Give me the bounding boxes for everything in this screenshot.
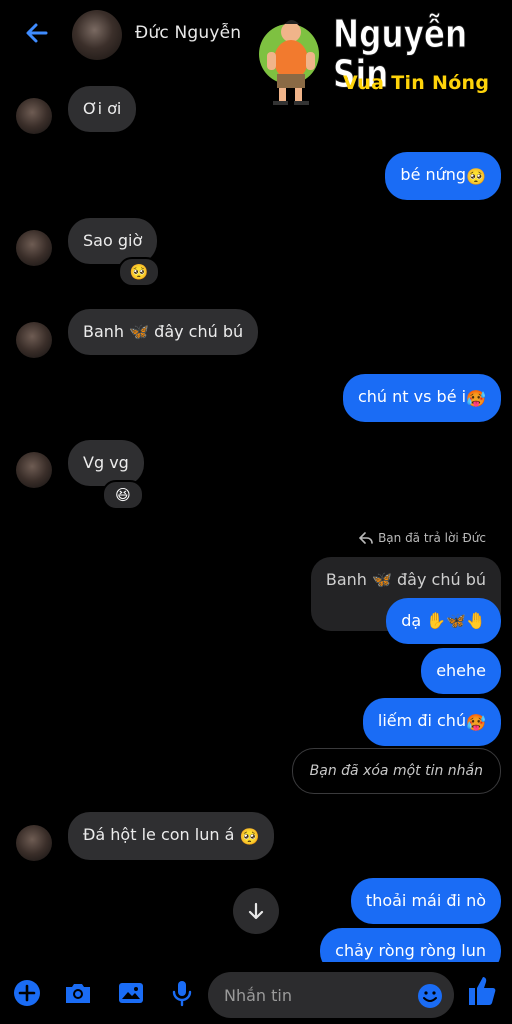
message-outgoing[interactable]: ehehe bbox=[421, 648, 501, 694]
arrow-down-icon bbox=[248, 902, 264, 920]
reaction-badge[interactable]: 🥺 bbox=[118, 257, 160, 287]
reply-indicator: Bạn đã trả lời Đức bbox=[359, 531, 486, 545]
sender-avatar bbox=[16, 322, 52, 358]
reply-icon bbox=[359, 532, 373, 544]
reaction-badge[interactable]: 😆 bbox=[102, 480, 144, 510]
sender-avatar bbox=[16, 825, 52, 861]
message-outgoing[interactable]: liếm đi chú🥵 bbox=[362, 698, 501, 746]
emoji-icon[interactable] bbox=[416, 982, 444, 1010]
message-incoming[interactable]: Banh 🦋 đây chú bú bbox=[68, 309, 259, 355]
message-outgoing[interactable]: chú nt vs bé i🥵 bbox=[342, 374, 501, 422]
message-incoming[interactable]: Đá hột le con lun á 🥺 bbox=[68, 812, 275, 860]
sender-avatar bbox=[16, 452, 52, 488]
like-icon[interactable] bbox=[466, 974, 498, 1008]
microphone-icon[interactable] bbox=[167, 978, 197, 1008]
message-outgoing[interactable]: dạ ✋🦋🤚 bbox=[386, 598, 501, 644]
deleted-message[interactable]: Bạn đã xóa một tin nhắn bbox=[291, 748, 501, 794]
message-input-placeholder: Nhắn tin bbox=[224, 986, 292, 1005]
message-outgoing[interactable]: thoải mái đi nò bbox=[350, 878, 501, 924]
contact-name[interactable]: Đức Nguyễn bbox=[135, 23, 241, 43]
scroll-down-button[interactable] bbox=[233, 888, 279, 934]
back-arrow-icon[interactable] bbox=[22, 18, 52, 48]
gallery-icon[interactable] bbox=[116, 978, 146, 1008]
mascot-logo bbox=[259, 20, 319, 105]
message-incoming[interactable]: Ơi ơi bbox=[68, 86, 137, 132]
sender-avatar bbox=[16, 98, 52, 134]
message-incoming[interactable]: Vg vg bbox=[68, 440, 144, 486]
message-outgoing[interactable]: bé nứng🥺 bbox=[385, 152, 501, 200]
watermark-subtitle: Vua Tin Nóng bbox=[343, 72, 490, 94]
contact-avatar[interactable] bbox=[72, 10, 122, 60]
camera-icon[interactable] bbox=[63, 978, 93, 1008]
sender-avatar bbox=[16, 230, 52, 266]
plus-icon[interactable] bbox=[12, 978, 42, 1008]
